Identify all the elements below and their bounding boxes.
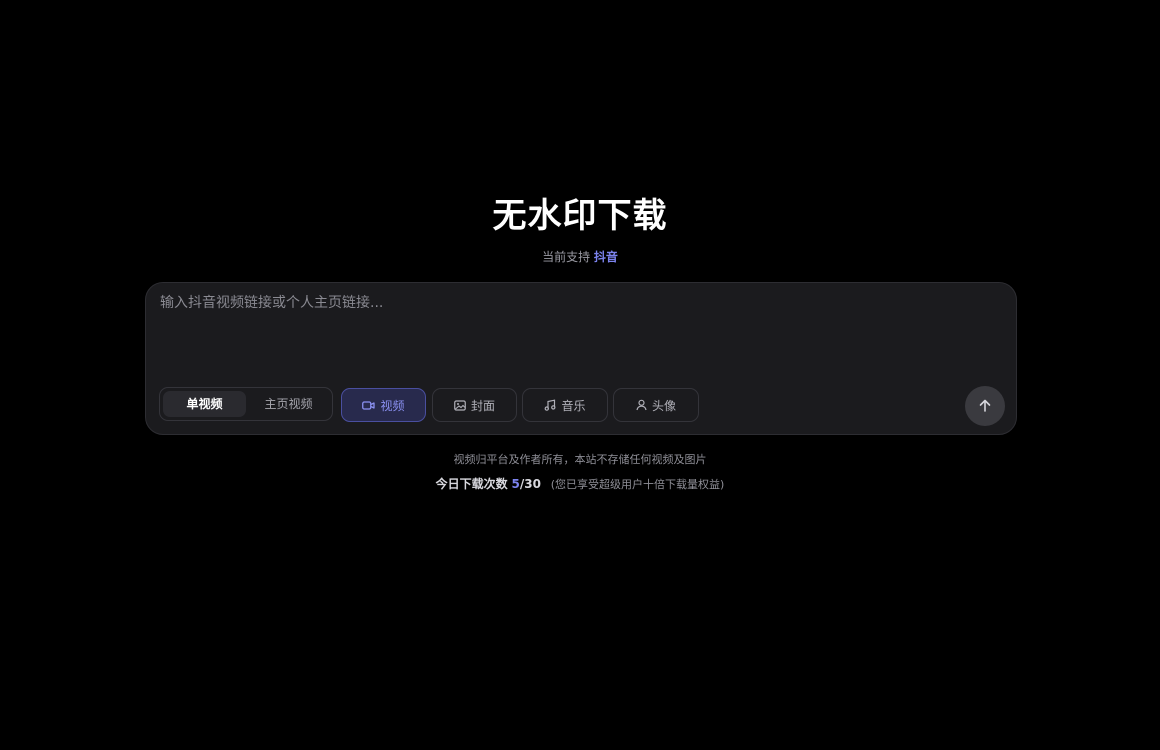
page: 无水印下载 当前支持 抖音 单视频 主页视频 视频 <box>0 0 1160 750</box>
type-music-button[interactable]: 音乐 <box>522 388 608 422</box>
mode-profile-videos-button[interactable]: 主页视频 <box>248 391 329 417</box>
submit-button[interactable] <box>965 386 1005 426</box>
type-video-label: 视频 <box>380 398 405 413</box>
link-input[interactable] <box>160 293 1000 373</box>
type-cover-label: 封面 <box>470 398 495 413</box>
page-title: 无水印下载 <box>492 196 668 236</box>
video-icon <box>362 400 376 411</box>
support-prefix: 当前支持 <box>542 250 591 264</box>
type-avatar-label: 头像 <box>651 398 676 413</box>
music-note-icon <box>544 399 556 411</box>
type-music-label: 音乐 <box>561 398 586 413</box>
mode-toggle: 单视频 主页视频 <box>159 387 333 421</box>
support-info: 当前支持 抖音 <box>0 249 1160 265</box>
arrow-up-icon <box>979 397 991 416</box>
user-icon <box>636 399 647 411</box>
download-quota: 今日下载次数 5/30 (您已享受超级用户十倍下载量权益) <box>0 475 1160 494</box>
type-video-button[interactable]: 视频 <box>341 388 426 422</box>
quota-label: 今日下载次数 <box>435 477 508 491</box>
type-cover-button[interactable]: 封面 <box>432 388 517 422</box>
quota-note: (您已享受超级用户十倍下载量权益) <box>550 478 725 491</box>
download-panel: 单视频 主页视频 视频 封面 <box>145 282 1017 435</box>
quota-total: 30 <box>524 477 541 491</box>
support-platform: 抖音 <box>593 250 618 264</box>
copyright-notice: 视频归平台及作者所有，本站不存储任何视频及图片 <box>453 453 707 466</box>
mode-single-video-button[interactable]: 单视频 <box>163 391 246 417</box>
type-avatar-button[interactable]: 头像 <box>613 388 699 422</box>
image-icon <box>454 399 466 411</box>
quota-used: 5 <box>511 477 520 491</box>
